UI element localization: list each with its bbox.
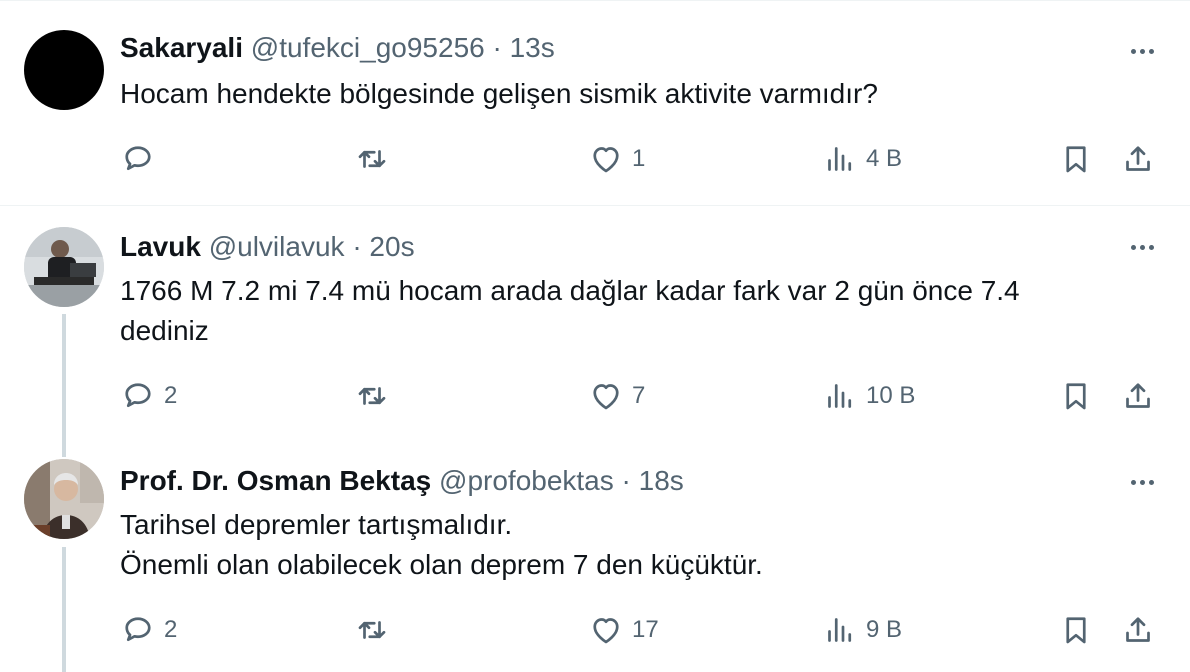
thread-line [62,314,66,437]
timestamp[interactable]: 20s [369,231,414,262]
bookmark-icon [1066,146,1086,173]
heart-icon [593,384,619,410]
tweet-text-line: Tarihsel depremler tartışmalıdır. [120,509,513,540]
tweet-text: 1766 M 7.2 mi 7.4 mü hocam arada dağlar … [120,271,1110,351]
retweet-button[interactable] [354,612,398,648]
tweet[interactable]: Lavuk @ulvilavuk · 20s 1766 M 7.2 mi 7.4… [0,204,1190,437]
separator: · [621,465,631,496]
heart-icon [593,147,619,173]
reply-count: 2 [164,382,178,409]
share-button[interactable] [1120,612,1156,648]
reply-button[interactable]: 2 [120,378,177,414]
view-count: 10 B [866,382,916,409]
share-icon [1126,146,1150,171]
view-count: 9 B [866,616,903,643]
like-button[interactable]: 17 [588,612,659,648]
avatar-photo [24,459,104,539]
tweet[interactable]: Prof. Dr. Osman Bektaş @profobektas · 18… [0,437,1190,672]
reply-button[interactable] [120,141,164,177]
tweet-header: Prof. Dr. Osman Bektaş @profobektas · 18… [120,464,684,498]
views-button[interactable]: 10 B [822,378,915,414]
bookmark-icon [1066,617,1086,644]
thread-line [62,437,66,457]
separator: · [352,231,362,262]
tweet-text-line: Hocam hendekte bölgesinde gelişen sismik… [120,78,878,109]
bookmark-button[interactable] [1058,141,1094,177]
bookmark-icon [1066,383,1086,410]
retweet-icon [358,621,386,639]
view-count: 4 B [866,145,903,172]
heart-icon [593,618,619,644]
views-icon [828,384,852,408]
retweet-button[interactable] [354,141,398,177]
thread-line [62,547,66,672]
reply-button[interactable]: 2 [120,612,177,648]
reply-count: 2 [164,616,178,643]
tweet-text: Tarihsel depremler tartışmalıdır. Önemli… [120,505,1110,585]
author-name[interactable]: Sakaryali [120,32,243,63]
tweet-text-line: Önemli olan olabilecek olan deprem 7 den… [120,549,763,580]
views-button[interactable]: 9 B [822,612,902,648]
retweet-button[interactable] [354,378,398,414]
reply-icon [125,617,151,642]
author-name[interactable]: Lavuk [120,231,201,262]
avatar[interactable] [24,459,104,539]
tweet-header: Sakaryali @tufekci_go95256 · 13s [120,31,555,65]
avatar[interactable] [24,227,104,307]
more-options-button[interactable] [1122,39,1162,63]
tweet-header: Lavuk @ulvilavuk · 20s [120,230,415,264]
retweet-icon [358,150,386,168]
tweet-text-line: 1766 M 7.2 mi 7.4 mü hocam arada dağlar … [120,275,1020,306]
views-icon [828,147,852,171]
avatar-photo [24,227,104,307]
avatar[interactable] [24,30,104,110]
like-button[interactable]: 7 [588,378,645,414]
author-handle[interactable]: @profobektas [439,465,614,496]
like-count: 17 [632,616,659,643]
bookmark-button[interactable] [1058,612,1094,648]
reply-icon [125,383,151,408]
share-icon [1126,383,1150,408]
tweet-text: Hocam hendekte bölgesinde gelişen sismik… [120,74,1110,114]
reply-icon [125,146,151,171]
like-count: 7 [632,382,646,409]
author-name[interactable]: Prof. Dr. Osman Bektaş [120,465,431,496]
tweet-text-line: dediniz [120,315,209,346]
author-handle[interactable]: @ulvilavuk [209,231,345,262]
timestamp[interactable]: 13s [510,32,555,63]
views-icon [828,618,852,642]
like-count: 1 [632,145,646,172]
share-icon [1126,617,1150,642]
separator: · [492,32,502,63]
views-button[interactable]: 4 B [822,141,902,177]
share-button[interactable] [1120,378,1156,414]
timestamp[interactable]: 18s [639,465,684,496]
bookmark-button[interactable] [1058,378,1094,414]
share-button[interactable] [1120,141,1156,177]
more-options-button[interactable] [1122,235,1162,259]
tweet[interactable]: Sakaryali @tufekci_go95256 · 13s Hocam h… [0,0,1190,206]
author-handle[interactable]: @tufekci_go95256 [251,32,485,63]
retweet-icon [358,387,386,405]
more-options-button[interactable] [1122,470,1162,494]
like-button[interactable]: 1 [588,141,645,177]
